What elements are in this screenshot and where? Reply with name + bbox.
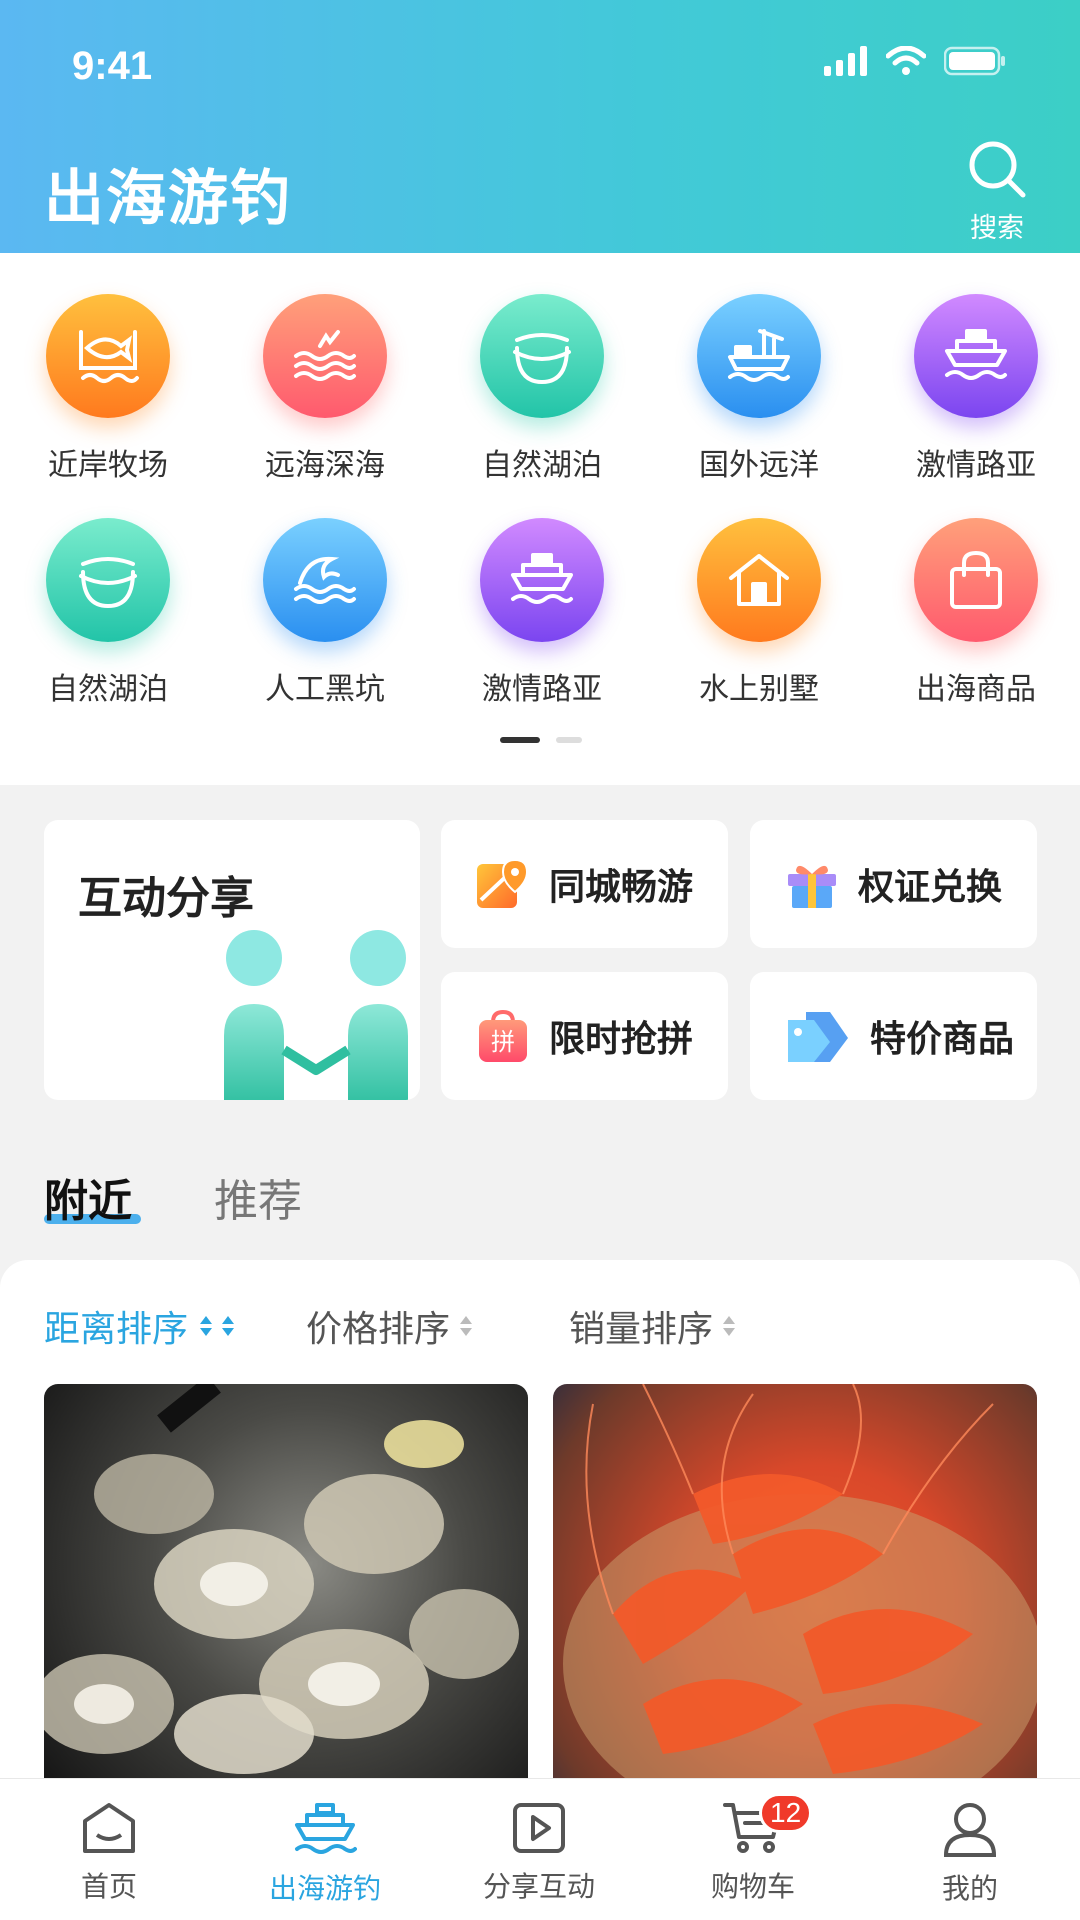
category-item-jiqing-luya-2[interactable]: 激情路亚 xyxy=(462,518,622,708)
category-label: 远海深海 xyxy=(265,448,385,483)
tejia-shangpin-card[interactable]: 特价商品 xyxy=(750,972,1037,1100)
sort-sales-label: 销量排序 xyxy=(569,1309,714,1350)
wifi-icon xyxy=(886,46,926,75)
tejia-label: 特价商品 xyxy=(870,1019,1015,1060)
nav-fishing[interactable]: 出海游钓 xyxy=(245,1801,405,1907)
category-label: 激情路亚 xyxy=(916,448,1036,483)
app-header: 9:41 出海游钓 搜索 xyxy=(0,0,1080,253)
product-card-shrimp[interactable] xyxy=(553,1384,1037,1784)
search-button[interactable]: 搜索 xyxy=(954,138,1040,246)
nav-home[interactable]: 首页 xyxy=(29,1801,189,1905)
tongcheng-label: 同城畅游 xyxy=(549,867,694,908)
search-label: 搜索 xyxy=(970,213,1024,244)
status-time: 9:41 xyxy=(72,44,153,88)
category-label: 近岸牧场 xyxy=(48,448,168,483)
category-label: 人工黑坑 xyxy=(265,672,385,707)
share-card-title: 互动分享 xyxy=(78,873,254,924)
search-icon xyxy=(969,141,1026,198)
user-icon xyxy=(943,1803,997,1857)
category-label: 国外远洋 xyxy=(699,448,819,483)
lake-icon xyxy=(480,294,604,418)
sort-active-icon xyxy=(200,1316,235,1336)
cargo-ship-icon xyxy=(697,294,821,418)
nav-me-label: 我的 xyxy=(941,1872,998,1905)
sort-arrows-icon xyxy=(460,1316,473,1336)
sort-by-distance[interactable]: 距离排序 xyxy=(44,1300,238,1352)
category-item-jinan-muchang[interactable]: 近岸牧场 xyxy=(28,294,188,484)
sort-bar: 距离排序 价格排序 销量排序 xyxy=(0,1300,1080,1350)
wave-icon xyxy=(263,518,387,642)
bottom-navigation: 首页 出海游钓 分享互动 12 购物车 我的 xyxy=(0,1778,1080,1920)
category-item-ziran-hupo[interactable]: 自然湖泊 xyxy=(462,294,622,484)
category-item-yuanhai-shenhai[interactable]: 远海深海 xyxy=(245,294,405,484)
xianshi-qiangpin-card[interactable]: 拼 限时抢拼 xyxy=(441,972,728,1100)
tab-recommend[interactable]: 推荐 xyxy=(214,1165,302,1229)
tongcheng-changyou-card[interactable]: 同城畅游 xyxy=(441,820,728,948)
sort-distance-label: 距离排序 xyxy=(44,1309,189,1350)
oysters-image xyxy=(44,1384,519,1774)
cart-badge: 12 xyxy=(759,1793,813,1833)
group-buy-icon-text: 拼 xyxy=(491,1028,515,1056)
nav-share[interactable]: 分享互动 xyxy=(459,1801,619,1905)
nav-me[interactable]: 我的 xyxy=(890,1801,1050,1907)
signal-icon xyxy=(824,46,867,76)
fish-pond-icon xyxy=(46,294,170,418)
nav-fishing-label: 出海游钓 xyxy=(268,1872,381,1905)
cruise-ship-icon xyxy=(480,518,604,642)
house-icon xyxy=(697,518,821,642)
category-item-ziran-hupo-2[interactable]: 自然湖泊 xyxy=(28,518,188,708)
product-card-oysters[interactable] xyxy=(44,1384,528,1784)
category-label: 自然湖泊 xyxy=(482,448,602,483)
lake-icon xyxy=(46,518,170,642)
status-icons xyxy=(824,44,1006,78)
sort-price-label: 价格排序 xyxy=(306,1309,451,1350)
nav-home-label: 首页 xyxy=(80,1870,137,1903)
price-tag-icon xyxy=(788,1012,848,1062)
category-item-guowai-yuanyang[interactable]: 国外远洋 xyxy=(679,294,839,484)
category-item-jiqing-luya[interactable]: 激情路亚 xyxy=(896,294,1056,484)
category-label: 激情路亚 xyxy=(482,672,602,707)
page-indicator-active-dot xyxy=(500,737,540,743)
cruise-ship-icon xyxy=(914,294,1038,418)
category-item-chuhai-shangpin[interactable]: 出海商品 xyxy=(896,518,1056,708)
quanzheng-duihuan-card[interactable]: 权证兑换 xyxy=(750,820,1037,948)
shrimp-image xyxy=(563,1384,1037,1784)
gift-icon xyxy=(788,865,836,908)
page-indicator-dot xyxy=(556,737,582,743)
group-buy-bag-icon: 拼 xyxy=(479,1009,527,1062)
category-label: 出海商品 xyxy=(916,672,1036,707)
sort-arrows-icon xyxy=(723,1316,736,1336)
tab-nearby[interactable]: 附近 xyxy=(44,1165,132,1229)
battery-icon xyxy=(944,46,1005,76)
category-item-rengong-heikeng[interactable]: 人工黑坑 xyxy=(245,518,405,708)
quanzheng-label: 权证兑换 xyxy=(858,867,1003,908)
home-icon xyxy=(83,1803,135,1853)
seagull-waves-icon xyxy=(263,294,387,418)
shopping-bag-icon xyxy=(914,518,1038,642)
page-title: 出海游钓 xyxy=(44,164,292,234)
sort-by-price[interactable]: 价格排序 xyxy=(306,1300,473,1352)
boat-icon xyxy=(295,1803,357,1854)
page-indicator xyxy=(0,737,1080,745)
map-pin-icon xyxy=(477,858,529,908)
nav-cart[interactable]: 12 购物车 xyxy=(673,1793,833,1905)
category-label: 水上别墅 xyxy=(699,672,819,707)
video-play-icon xyxy=(513,1803,565,1853)
two-people-icon xyxy=(224,930,408,1100)
category-item-shuishang-bieshu[interactable]: 水上别墅 xyxy=(679,518,839,708)
nav-cart-label: 购物车 xyxy=(710,1870,795,1903)
nav-share-label: 分享互动 xyxy=(482,1870,595,1903)
category-label: 自然湖泊 xyxy=(48,672,168,707)
sort-by-sales[interactable]: 销量排序 xyxy=(569,1300,736,1352)
xianshi-label: 限时抢拼 xyxy=(549,1019,694,1060)
interactive-share-card[interactable]: 互动分享 xyxy=(44,820,420,1100)
